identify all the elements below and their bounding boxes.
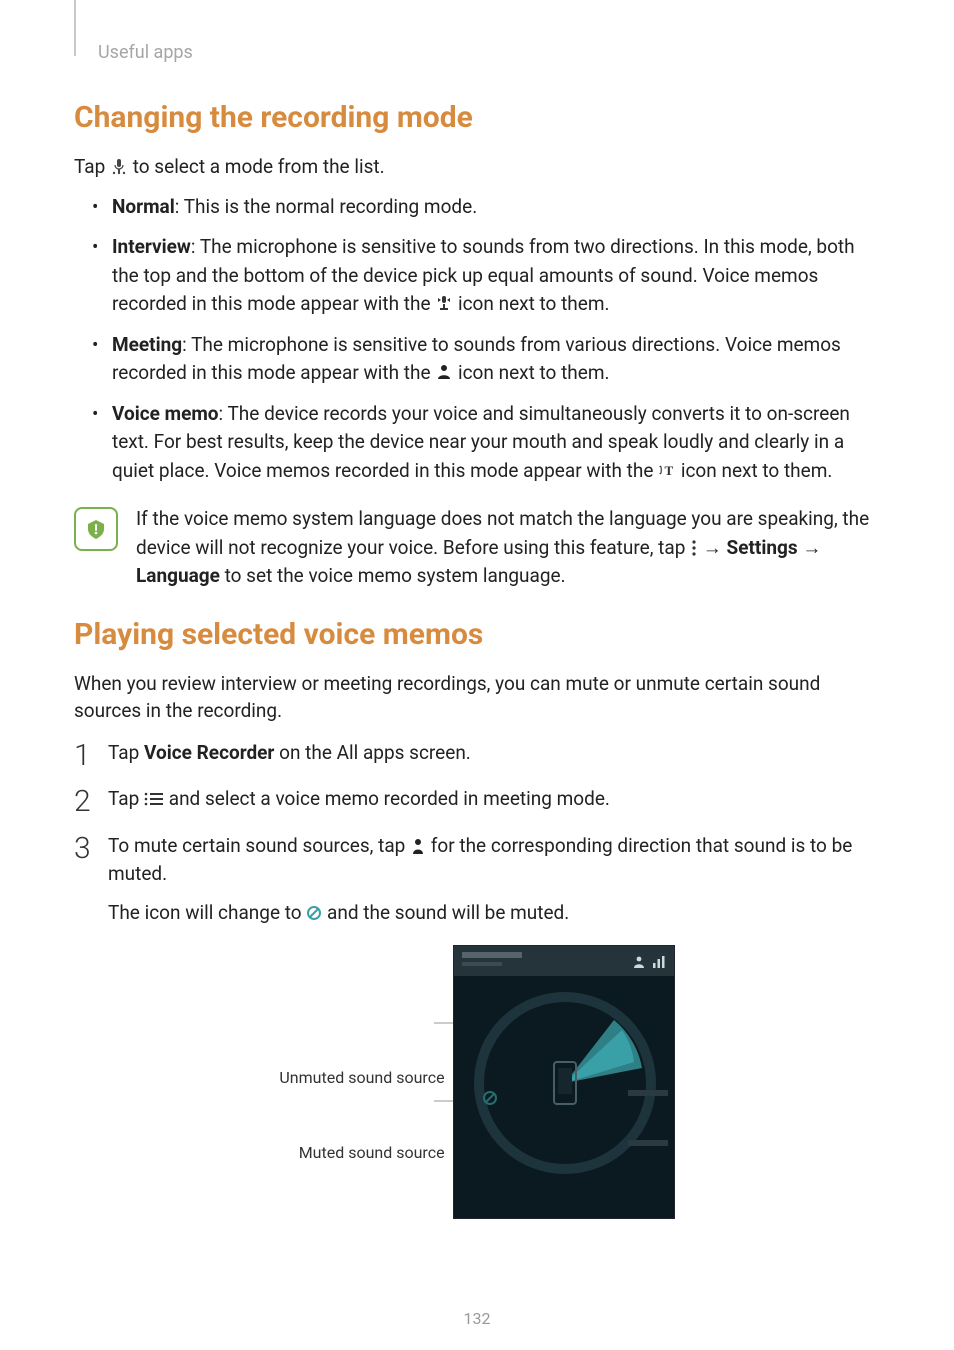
figure-side-bar-2 — [628, 1140, 668, 1146]
voice-recorder-label: Voice Recorder — [144, 741, 274, 764]
figure-topbar-subtitle — [462, 962, 502, 966]
figure-topbar — [454, 946, 674, 976]
text: Tap — [74, 155, 110, 178]
text: : This is the normal recording mode. — [175, 195, 477, 218]
settings-label: Settings — [727, 536, 798, 559]
text: and select a voice memo recorded in meet… — [164, 787, 610, 810]
text: icon next to them. — [676, 459, 832, 482]
bullet-voice-memo: Voice memo: The device records your voic… — [74, 400, 880, 486]
heading-changing-recording-mode: Changing the recording mode — [74, 100, 880, 135]
bullet-meeting: Meeting: The microphone is sensitive to … — [74, 331, 880, 388]
step-2: 2 Tap and select a voice memo recorded i… — [74, 785, 880, 814]
breadcrumb: Useful apps — [98, 42, 193, 63]
text: icon next to them. — [453, 361, 609, 384]
text: The icon will change to — [108, 901, 306, 924]
mode-select-icon — [110, 158, 128, 176]
figure-topbar-bars-icon — [652, 954, 666, 968]
text: To mute certain sound sources, tap — [108, 834, 410, 857]
steps-list: 1 Tap Voice Recorder on the All apps scr… — [74, 739, 880, 928]
language-label: Language — [136, 564, 220, 587]
bullet-interview: Interview: The microphone is sensitive t… — [74, 233, 880, 319]
step-number: 1 — [74, 733, 100, 778]
svg-text:T: T — [665, 462, 674, 477]
note-text: If the voice memo system language does n… — [136, 505, 880, 591]
text: and the sound will be muted. — [322, 901, 569, 924]
label: Interview — [112, 235, 191, 258]
intro-playing: When you review interview or meeting rec… — [74, 670, 880, 725]
interview-icon — [435, 294, 453, 312]
text: Tap — [108, 741, 144, 764]
text: on the All apps screen. — [274, 741, 470, 764]
meeting-icon — [435, 363, 453, 381]
text: icon next to them. — [453, 292, 609, 315]
voice-memo-icon: T — [658, 461, 676, 479]
step-1: 1 Tap Voice Recorder on the All apps scr… — [74, 739, 880, 768]
text: → — [698, 536, 726, 559]
muted-icon — [306, 905, 322, 921]
step-3: 3 To mute certain sound sources, tap for… — [74, 832, 880, 928]
margin-rule — [74, 0, 76, 56]
figure-device — [453, 945, 675, 1219]
label: Meeting — [112, 333, 182, 356]
text: Tap — [108, 787, 144, 810]
step-number: 3 — [74, 826, 100, 871]
figure-side-bar-1 — [628, 1090, 668, 1096]
label-unmuted: Unmuted sound source — [279, 1068, 444, 1087]
more-options-icon — [690, 539, 698, 557]
page-content: Changing the recording mode Tap to selec… — [74, 0, 880, 1219]
mode-list: Normal: This is the normal recording mod… — [74, 193, 880, 486]
label-muted: Muted sound source — [299, 1143, 445, 1162]
sound-source-icon — [410, 837, 426, 855]
figure-topbar-people-icon — [632, 954, 646, 968]
heading-playing-voice-memos: Playing selected voice memos — [74, 617, 880, 652]
figure-radar — [472, 990, 658, 1176]
figure-topbar-title — [462, 952, 522, 958]
note-block: If the voice memo system language does n… — [74, 505, 880, 591]
intro-changing: Tap to select a mode from the list. — [74, 153, 880, 181]
text: to select a mode from the list. — [128, 155, 385, 178]
step-number: 2 — [74, 779, 100, 824]
note-icon — [74, 507, 118, 551]
label: Voice memo — [112, 402, 219, 425]
text: → — [798, 536, 822, 559]
label: Normal — [112, 195, 175, 218]
list-icon — [144, 791, 164, 807]
bullet-normal: Normal: This is the normal recording mod… — [74, 193, 880, 222]
page-number: 132 — [0, 1309, 954, 1328]
figure-playback: Unmuted sound source Muted sound source — [212, 945, 742, 1219]
text: to set the voice memo system language. — [220, 564, 566, 587]
figure-labels: Unmuted sound source Muted sound source — [279, 1002, 444, 1162]
